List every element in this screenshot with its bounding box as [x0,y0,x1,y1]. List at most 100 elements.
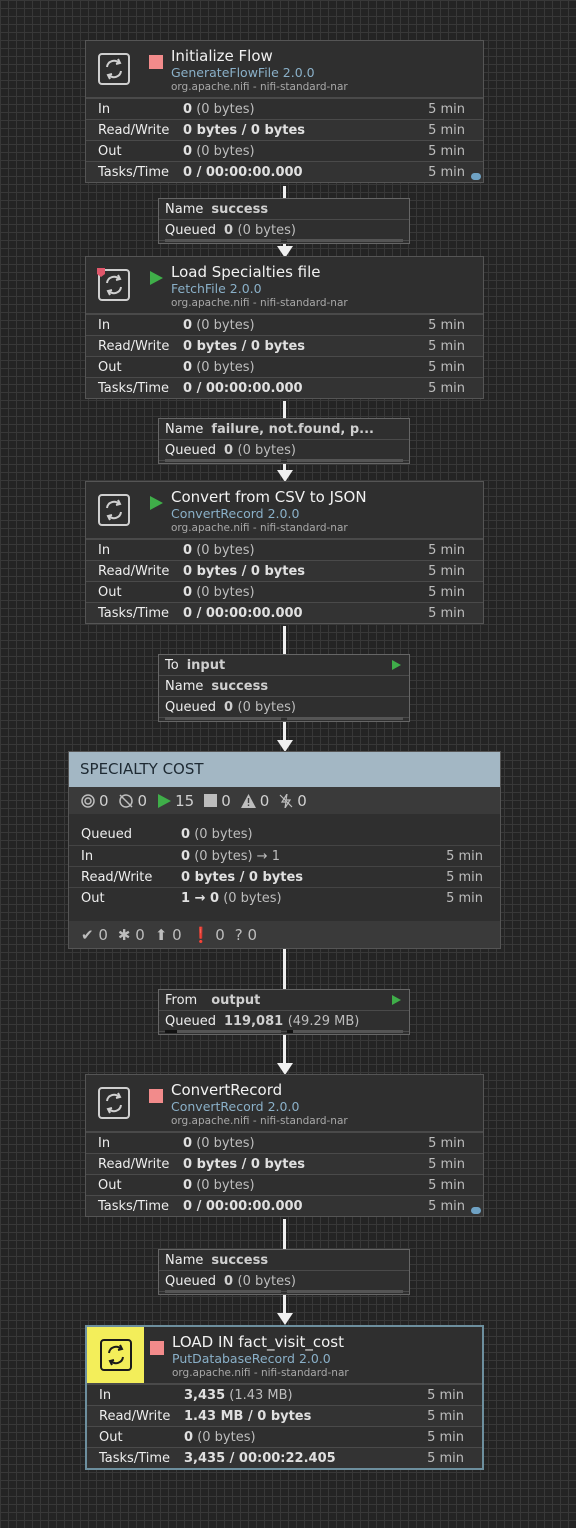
queued-size: (0 bytes) [237,1273,296,1289]
queued-value: 119,081 (49.29 MB) [224,1014,359,1029]
connection-name: success [211,678,269,694]
stat-row-rw: Read/Write 0 bytes / 0 bytes 5 min [86,335,483,356]
connection-label: Queued [165,442,216,458]
stat-row-tasks: Tasks/Time 0 / 00:00:00.000 5 min [86,377,483,398]
count-value: 0 [137,791,148,810]
stat-time: 5 min [428,584,465,600]
stat-size: (1.43 MB) [229,1387,293,1403]
stat-size: (0 bytes) [197,1429,256,1445]
processor-type: GenerateFlowFile 2.0.0 [171,65,315,80]
stat-count: 0 bytes / 0 bytes [183,338,306,354]
stat-count: 0 [184,1429,194,1445]
connection-label: To [165,657,179,673]
stat-count: 0 [181,827,191,842]
processor-load-specialties[interactable]: Load Specialties file FetchFile 2.0.0 or… [85,256,484,399]
stat-count: 1 → 0 [181,891,220,906]
stat-time: 5 min [428,338,465,354]
asterisk-icon: ✱ [117,925,131,944]
connection-success[interactable]: Name success Queued 0 (0 bytes) [158,198,410,244]
backpressure-bars [165,459,403,462]
stat-count: 0 [183,542,193,558]
processor-title: ConvertRecord [171,1081,283,1099]
stat-label: Out [99,1429,123,1445]
stat-value: 0 bytes / 0 bytes [181,870,303,885]
stat-time: 5 min [428,143,465,159]
stat-count: 0 [183,1177,193,1193]
processor-load-fact-visit-cost[interactable]: LOAD IN fact_visit_cost PutDatabaseRecor… [85,1325,484,1470]
stat-time: 5 min [428,1198,465,1214]
connection-queued-row: Queued 0 (0 bytes) [159,1271,409,1292]
stat-label: Out [81,891,105,906]
arrow-up-circle-icon: ⬆ [154,925,168,944]
connection-label: Queued [165,222,216,238]
connection-label: Name [165,421,204,437]
stat-label: Tasks/Time [99,1450,171,1466]
processor-bundle: org.apache.nifi - nifi-standard-nar [171,81,348,93]
processor-bundle: org.apache.nifi - nifi-standard-nar [171,1115,348,1127]
connection-queued-row: Queued 0 (0 bytes) [159,697,409,718]
stat-count: 0 / 00:00:00.000 [183,605,303,621]
stopped-count: 0 [204,792,231,810]
queued-count: 0 [223,699,234,715]
stat-row-out: Out 0 (0 bytes) 5 min [86,140,483,161]
stat-value: 3,435 / 00:00:22.405 [184,1451,336,1466]
stat-time: 5 min [428,380,465,396]
stat-size: (0 bytes) [196,1135,255,1151]
stat-count: 0 [183,1135,193,1151]
stat-time: 5 min [428,1177,465,1193]
connection-from-output[interactable]: From output Queued 119,081 (49.29 MB) [158,989,410,1035]
stat-label: In [99,1387,112,1403]
processor-icon [94,1083,134,1123]
wire [283,401,286,418]
processor-convertrecord[interactable]: ConvertRecord ConvertRecord 2.0.0 org.ap… [85,1074,484,1217]
size-bar [287,459,403,462]
stat-count: 0 [183,317,193,333]
processor-type: FetchFile 2.0.0 [171,281,262,296]
processor-icon [94,49,134,89]
stat-label: Out [98,1177,122,1193]
pg-row-queued: Queued 0 (0 bytes) [69,824,500,845]
count-bar [165,239,281,242]
stat-value: 0 bytes / 0 bytes [183,339,305,354]
size-bar [287,1290,403,1293]
stat-count: 0 bytes / 0 bytes [183,563,306,579]
stat-count: 0 / 00:00:00.000 [183,164,303,180]
processor-initialize-flow[interactable]: Initialize Flow GenerateFlowFile 2.0.0 o… [85,40,484,183]
stat-size: (0 bytes) [223,891,282,906]
comment-icon[interactable] [471,1207,481,1214]
stat-row-out: Out 0 (0 bytes) 5 min [86,1174,483,1195]
stat-value: 0 (0 bytes) [181,827,253,842]
stat-label: Read/Write [99,1408,171,1424]
wire [283,1035,286,1065]
locally-modified-count: ✱ 0 [118,926,145,944]
process-group-specialty-cost[interactable]: SPECIALTY COST 0 0 15 0 0 0 Queued 0 (0 b… [68,751,501,949]
modified-stale-count: ❗ 0 [192,926,225,944]
stat-label: Read/Write [98,563,170,579]
processor-title: Initialize Flow [171,47,273,65]
port-running-icon [392,995,401,1005]
stat-value: 0 (0 bytes) [183,1178,255,1193]
count-value: 0 [98,925,108,944]
connection-name-row: Name success [159,1250,409,1271]
connection-label: Queued [165,1013,216,1029]
connection-label: Name [165,1252,204,1268]
stat-value: 0 (0 bytes) [183,1136,255,1151]
stat-time: 5 min [427,1450,464,1466]
stat-value: 0 (0 bytes) [183,318,255,333]
process-group-title: SPECIALTY COST [69,752,500,787]
processor-bundle: org.apache.nifi - nifi-standard-nar [171,297,348,309]
stat-row-rw: Read/Write 0 bytes / 0 bytes 5 min [86,119,483,140]
stat-value: 0 bytes / 0 bytes [183,1157,305,1172]
connection-to-input[interactable]: To input Name success Queued 0 (0 bytes) [158,654,410,722]
stopped-icon [150,1340,164,1355]
connection-port: output [211,992,261,1008]
comment-icon[interactable] [471,173,481,180]
processor-convert-csv-json[interactable]: Convert from CSV to JSON ConvertRecord 2… [85,481,484,624]
connection-success-2[interactable]: Name success Queued 0 (0 bytes) [158,1249,410,1295]
size-bar [287,1030,403,1033]
connection-failure[interactable]: Name failure, not.found, p... Queued 0 (0 … [158,418,410,464]
connection-label: Name [165,201,204,217]
count-value: 0 [247,925,258,944]
queued-value: 0 (0 bytes) [224,1274,296,1289]
running-icon [149,270,163,285]
